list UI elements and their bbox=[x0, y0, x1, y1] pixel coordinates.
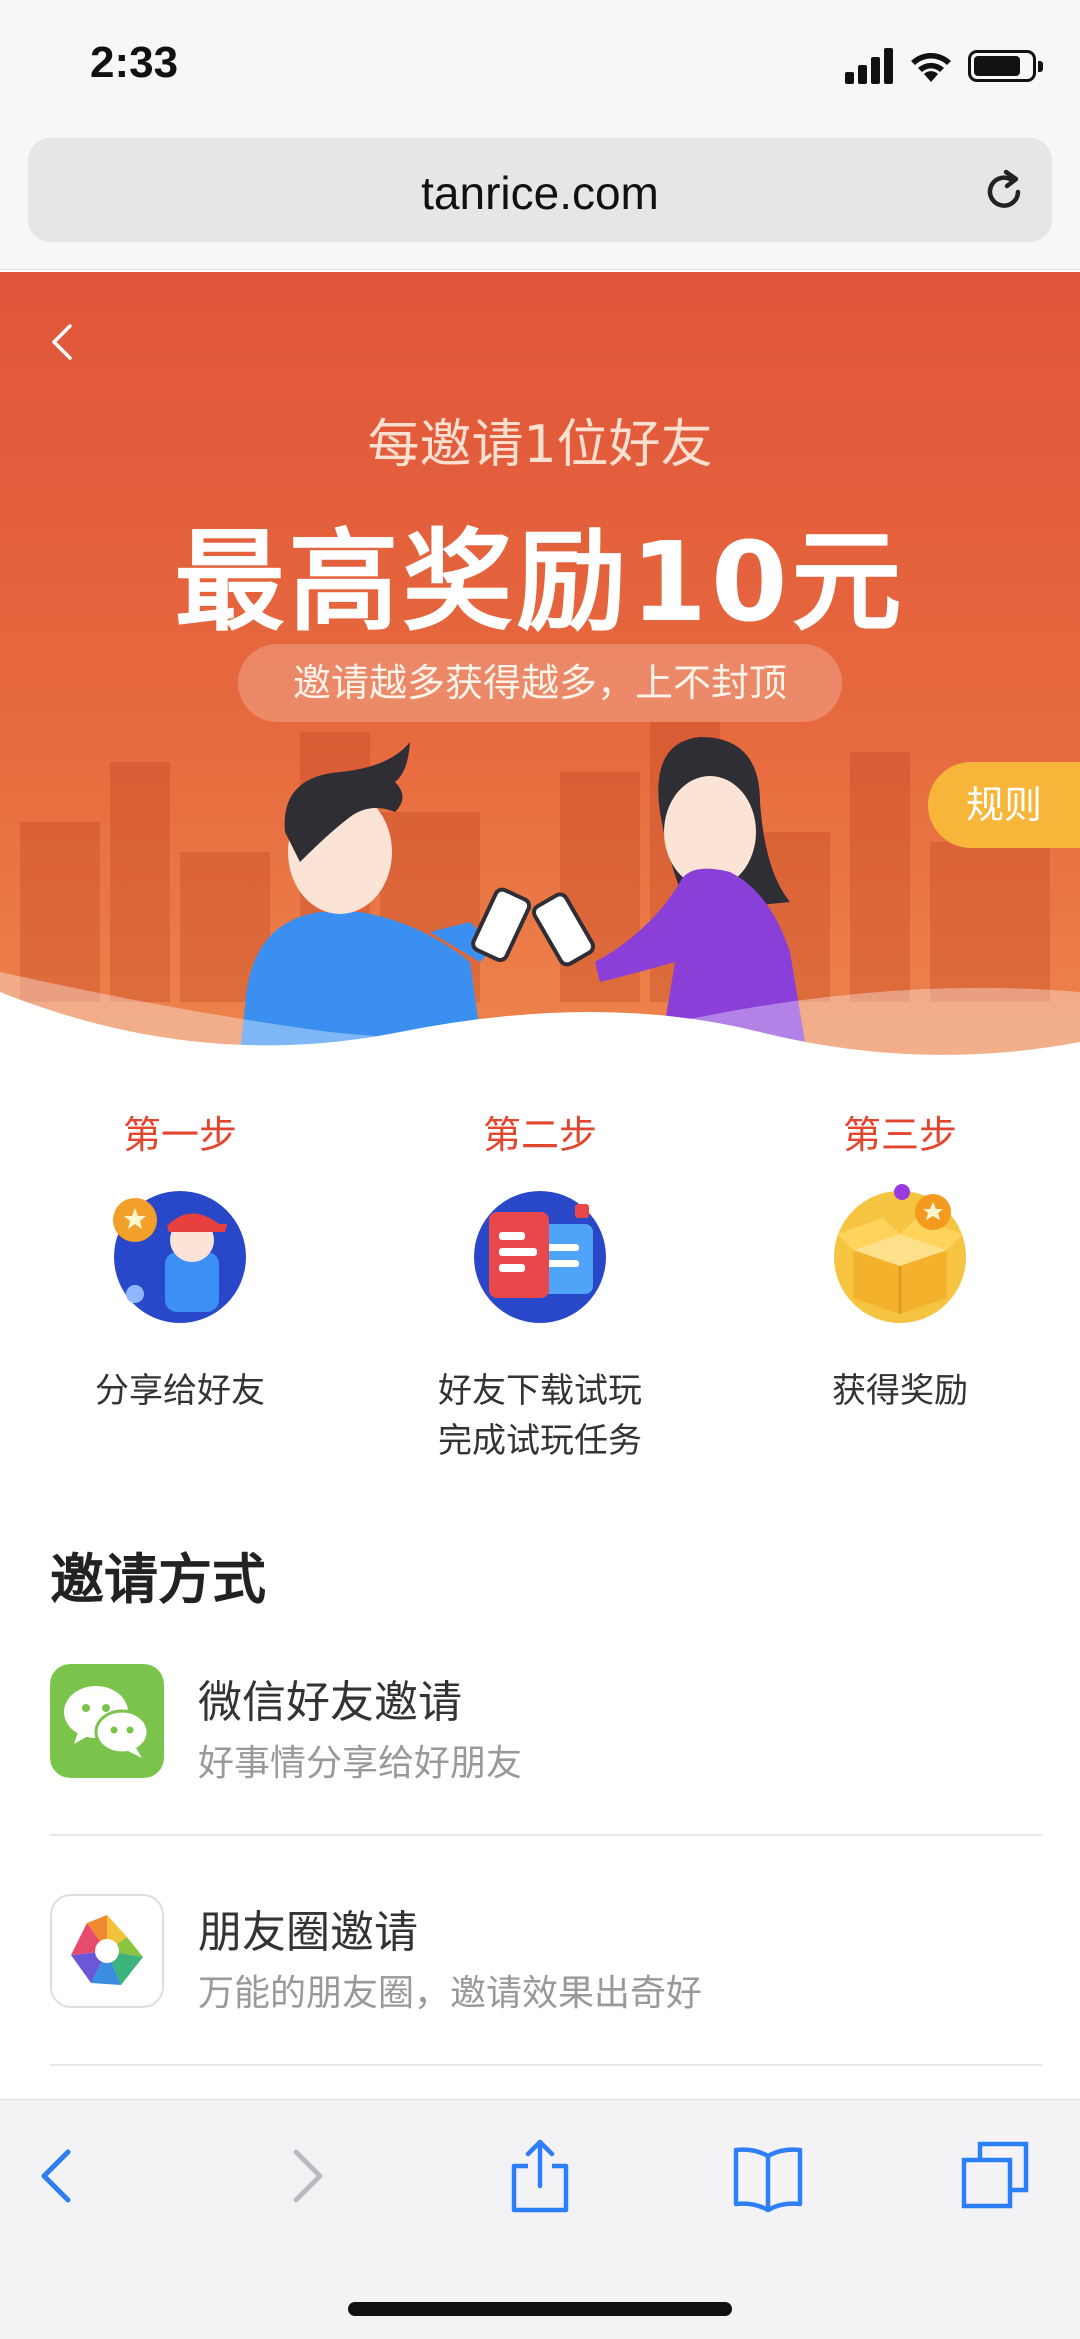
tabs-icon[interactable] bbox=[956, 2136, 1036, 2216]
step-text: 获得奖励 bbox=[720, 1366, 1080, 1416]
divider bbox=[50, 2064, 1042, 2066]
status-bar: 2:33 bbox=[0, 0, 1080, 130]
share-icon[interactable] bbox=[500, 2136, 580, 2216]
reload-icon[interactable] bbox=[980, 168, 1028, 216]
divider bbox=[50, 1834, 1042, 1836]
browser-toolbar bbox=[0, 2099, 1080, 2339]
step-text-line: 完成试玩任务 bbox=[438, 1421, 642, 1461]
method-title: 朋友圈邀请 bbox=[198, 1907, 418, 1958]
hero-banner: 每邀请1位好友 最高奖励10元 邀请越多获得越多，上不封顶 规则 bbox=[0, 272, 1080, 1122]
url-text[interactable]: tanrice.com bbox=[28, 166, 1052, 220]
back-icon[interactable] bbox=[20, 2136, 100, 2216]
method-desc: 好事情分享给好朋友 bbox=[198, 1743, 523, 1784]
forward-icon[interactable] bbox=[264, 2136, 344, 2216]
step-3: 第三步 获得奖励 bbox=[720, 1110, 1080, 1416]
wechat-icon bbox=[50, 1664, 164, 1778]
rules-button[interactable]: 规则 bbox=[928, 762, 1080, 848]
step-label: 第三步 bbox=[842, 1113, 957, 1157]
step-text-line: 好友下载试玩 bbox=[438, 1371, 642, 1411]
method-title: 微信好友邀请 bbox=[198, 1677, 462, 1728]
step-2: 第二步 好友下载试玩 完成试玩任务 bbox=[360, 1110, 720, 1466]
method-desc: 万能的朋友圈，邀请效果出奇好 bbox=[198, 1973, 703, 2014]
download-trial-icon bbox=[474, 1191, 606, 1323]
method-wechat[interactable]: 微信好友邀请 好事情分享给好朋友 bbox=[0, 1664, 1080, 1894]
step-label: 第一步 bbox=[122, 1113, 237, 1157]
reward-box-icon bbox=[834, 1184, 966, 1323]
browser-address-area: tanrice.com bbox=[0, 130, 1080, 270]
steps-section: 第一步 分享给好友 第二步 好友下载试玩 完成试玩任务 第三步 获得奖励 bbox=[0, 1110, 1080, 1490]
battery-icon bbox=[968, 50, 1043, 82]
wifi-icon bbox=[911, 53, 951, 82]
step-text: 分享给好友 bbox=[0, 1366, 360, 1416]
home-indicator bbox=[348, 2302, 732, 2316]
step-text-line: 获得奖励 bbox=[832, 1371, 968, 1411]
share-friend-icon bbox=[113, 1191, 246, 1323]
step-text-line: 分享给好友 bbox=[95, 1371, 265, 1411]
moments-icon bbox=[50, 1894, 164, 2008]
address-bar[interactable]: tanrice.com bbox=[28, 138, 1052, 242]
invite-methods-title: 邀请方式 bbox=[50, 1548, 266, 1611]
method-moments[interactable]: 朋友圈邀请 万能的朋友圈，邀请效果出奇好 bbox=[0, 1894, 1080, 2124]
step-1: 第一步 分享给好友 bbox=[0, 1110, 360, 1416]
step-text: 好友下载试玩 完成试玩任务 bbox=[360, 1366, 720, 1466]
step-label: 第二步 bbox=[482, 1113, 597, 1157]
bookmarks-icon[interactable] bbox=[728, 2136, 808, 2216]
cellular-signal-icon bbox=[845, 48, 895, 84]
friends-illustration bbox=[0, 737, 1080, 1122]
status-time: 2:33 bbox=[90, 38, 179, 87]
